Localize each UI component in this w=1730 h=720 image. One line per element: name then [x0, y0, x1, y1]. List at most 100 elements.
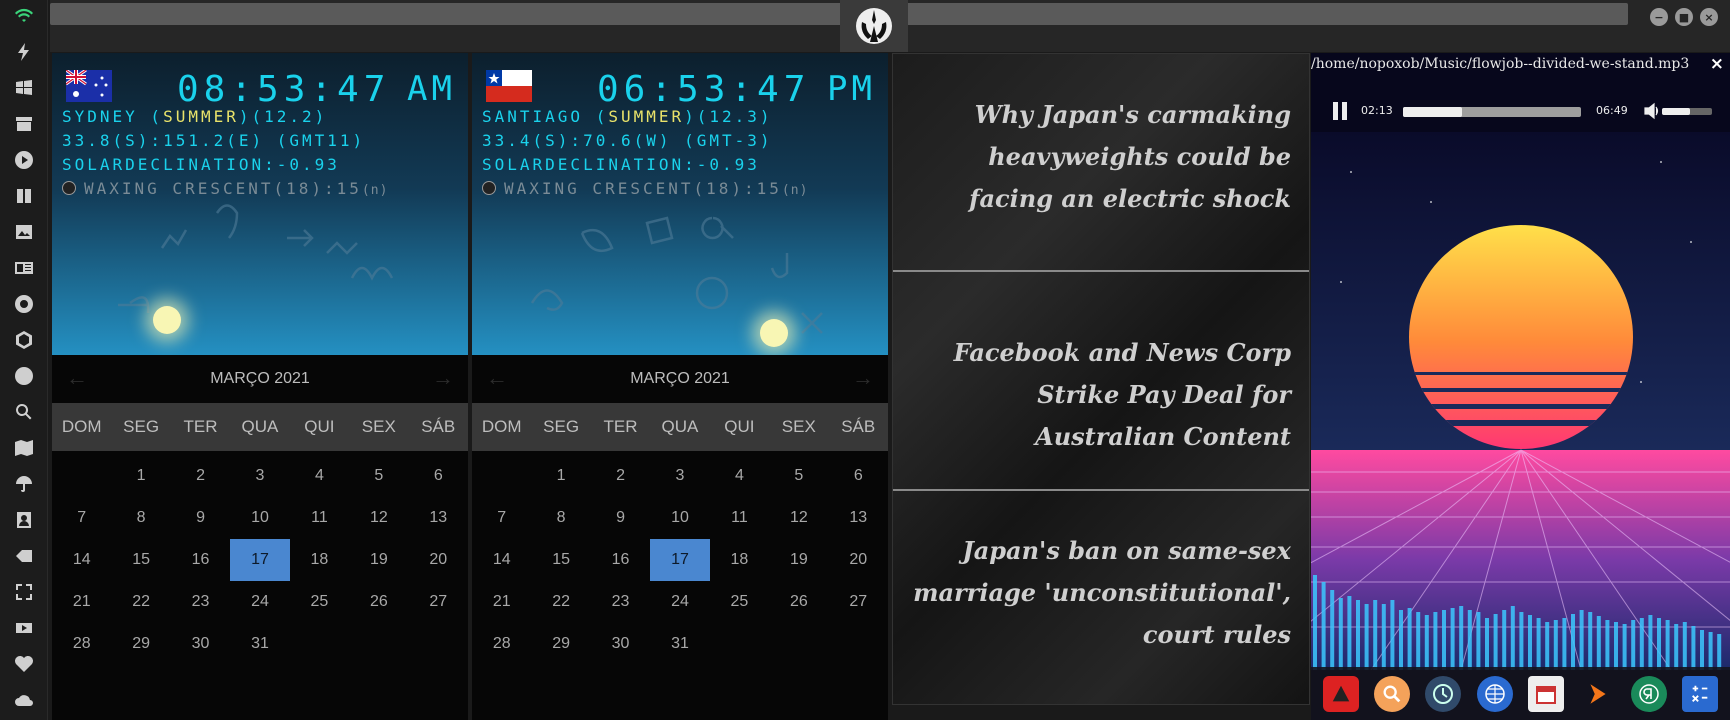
calendar-day[interactable]: 24	[650, 581, 709, 623]
map-icon[interactable]	[14, 438, 34, 458]
calendar-day[interactable]: 8	[531, 497, 590, 539]
calendar-day[interactable]: 15	[111, 539, 170, 581]
close-window-button[interactable]: ×	[1700, 8, 1718, 26]
calendar-day[interactable]: 4	[290, 455, 349, 497]
calendar-day[interactable]: 30	[171, 623, 230, 665]
calendar-day[interactable]: 13	[829, 497, 888, 539]
calendar-day[interactable]: 30	[591, 623, 650, 665]
calendar-day[interactable]: 16	[591, 539, 650, 581]
calendar-day[interactable]: 31	[230, 623, 289, 665]
calculator-icon[interactable]	[1682, 675, 1719, 712]
book-icon[interactable]	[14, 186, 34, 206]
calendar-day[interactable]: 18	[290, 539, 349, 581]
prev-month-button[interactable]: ←	[486, 365, 508, 391]
umbrella-icon[interactable]	[14, 474, 34, 494]
cloud-icon[interactable]	[14, 690, 34, 710]
calendar-day[interactable]: 9	[171, 497, 230, 539]
prev-month-button[interactable]: ←	[66, 365, 88, 391]
calendar-day[interactable]: 16	[171, 539, 230, 581]
maximize-button[interactable]: ■	[1675, 8, 1693, 26]
calendar-day[interactable]: 19	[769, 539, 828, 581]
contact-icon[interactable]	[14, 510, 34, 530]
image-icon[interactable]	[14, 222, 34, 242]
calendar-day[interactable]: 5	[349, 455, 408, 497]
hexagon-icon[interactable]	[14, 330, 34, 350]
calendar-day[interactable]: 11	[710, 497, 769, 539]
calendar-day[interactable]: 28	[52, 623, 111, 665]
youtube-icon[interactable]	[14, 618, 34, 638]
wifi-icon[interactable]	[14, 6, 34, 26]
calendar-day[interactable]: 29	[531, 623, 590, 665]
calendar-day[interactable]: 26	[769, 581, 828, 623]
settings-gear-icon[interactable]	[14, 294, 34, 314]
calendar-day[interactable]: 27	[409, 581, 468, 623]
close-player-button[interactable]: ×	[1710, 54, 1724, 74]
calendar-day[interactable]: 23	[591, 581, 650, 623]
news-headline[interactable]: Why Japan's carmaking heavyweights could…	[901, 94, 1291, 220]
calendar-day[interactable]: 26	[349, 581, 408, 623]
calendar-day[interactable]: 8	[111, 497, 170, 539]
calendar-day-today[interactable]: 17	[230, 539, 290, 581]
minimize-button[interactable]: −	[1650, 8, 1668, 26]
calendar-day[interactable]: 27	[829, 581, 888, 623]
calendar-day[interactable]: 10	[230, 497, 289, 539]
calendar-day[interactable]: 19	[349, 539, 408, 581]
search-icon[interactable]	[14, 402, 34, 422]
lightning-icon[interactable]	[14, 42, 34, 62]
calendar-day[interactable]: 21	[472, 581, 531, 623]
calendar-day[interactable]: 15	[531, 539, 590, 581]
calendar-day[interactable]: 31	[650, 623, 709, 665]
calendar-day[interactable]: 18	[710, 539, 769, 581]
newspaper-icon[interactable]	[14, 258, 34, 278]
calendar-day[interactable]: 23	[171, 581, 230, 623]
calendar-day[interactable]: 5	[769, 455, 828, 497]
volume-slider[interactable]	[1662, 108, 1712, 115]
search-magnifier-icon[interactable]	[1374, 675, 1411, 712]
calendar-day[interactable]: 13	[409, 497, 468, 539]
terminal-arrow-icon[interactable]	[1580, 676, 1616, 712]
calendar-day[interactable]: 9	[591, 497, 650, 539]
news-headline[interactable]: Facebook and News Corp Strike Pay Deal f…	[901, 332, 1291, 458]
calendar-day[interactable]: 12	[349, 497, 408, 539]
calendar-day[interactable]: 24	[230, 581, 289, 623]
next-month-button[interactable]: →	[432, 365, 454, 391]
tag-icon[interactable]	[14, 546, 34, 566]
globe-icon[interactable]	[14, 366, 34, 386]
calendar-day[interactable]: 3	[230, 455, 289, 497]
calendar-day[interactable]: 4	[710, 455, 769, 497]
calendar-day[interactable]: 1	[111, 455, 170, 497]
calendar-day[interactable]: 28	[472, 623, 531, 665]
calendar-day[interactable]: 20	[409, 539, 468, 581]
calendar-day-today[interactable]: 17	[650, 539, 710, 581]
windows-icon[interactable]	[14, 78, 34, 98]
calendar-day[interactable]: 29	[111, 623, 170, 665]
calendar-day[interactable]: 14	[52, 539, 111, 581]
calendar-day[interactable]: 14	[472, 539, 531, 581]
calendar-day[interactable]: 20	[829, 539, 888, 581]
fullscreen-icon[interactable]	[14, 582, 34, 602]
yandex-icon[interactable]	[1630, 675, 1667, 712]
network-globe-icon[interactable]	[1476, 675, 1513, 712]
pause-button[interactable]	[1333, 102, 1347, 120]
volume-icon[interactable]	[1643, 102, 1661, 120]
calendar-day[interactable]: 22	[111, 581, 170, 623]
calendar-day[interactable]: 6	[829, 455, 888, 497]
calendar-day[interactable]: 11	[290, 497, 349, 539]
calendar-day[interactable]: 22	[531, 581, 590, 623]
progress-bar[interactable]	[1403, 107, 1581, 117]
calendar-day[interactable]: 2	[171, 455, 230, 497]
calendar-day[interactable]: 21	[52, 581, 111, 623]
rebel-alliance-logo-icon[interactable]	[840, 0, 908, 52]
calendar-day[interactable]: 1	[531, 455, 590, 497]
calendar-day[interactable]: 2	[591, 455, 650, 497]
antivirus-icon[interactable]	[1322, 675, 1359, 712]
calendar-day[interactable]: 3	[650, 455, 709, 497]
calendar-day[interactable]: 7	[472, 497, 531, 539]
clock-icon[interactable]	[1425, 675, 1462, 712]
drawer-icon[interactable]	[14, 114, 34, 134]
calendar-day[interactable]: 6	[409, 455, 468, 497]
play-circle-icon[interactable]	[14, 150, 34, 170]
next-month-button[interactable]: →	[852, 365, 874, 391]
calendar-day[interactable]: 12	[769, 497, 828, 539]
calendar-day[interactable]: 25	[710, 581, 769, 623]
